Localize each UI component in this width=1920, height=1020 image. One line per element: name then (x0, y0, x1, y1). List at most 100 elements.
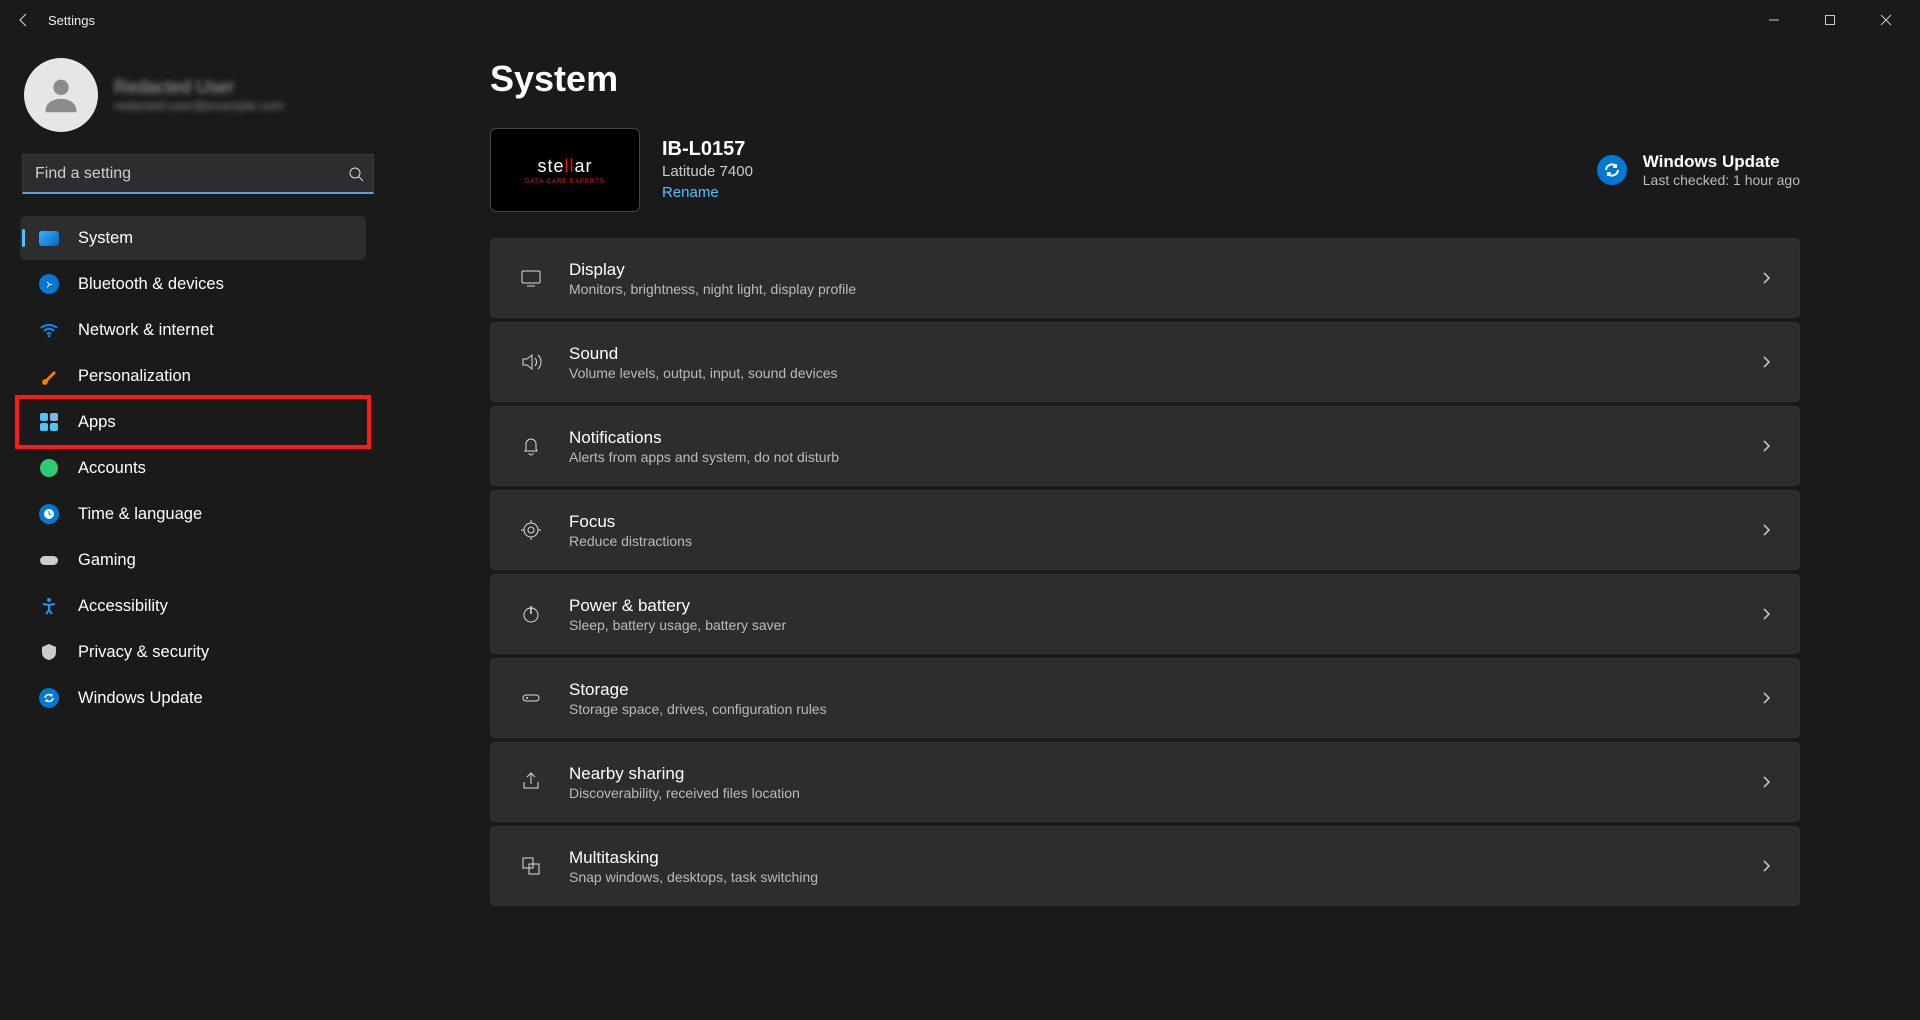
card-power[interactable]: Power & batterySleep, battery usage, bat… (490, 574, 1800, 654)
card-desc: Snap windows, desktops, task switching (569, 869, 818, 885)
system-icon (38, 227, 60, 249)
card-desc: Reduce distractions (569, 533, 692, 549)
card-notifications[interactable]: NotificationsAlerts from apps and system… (490, 406, 1800, 486)
maximize-button[interactable] (1802, 0, 1858, 40)
focus-icon (511, 518, 551, 542)
card-display[interactable]: DisplayMonitors, brightness, night light… (490, 238, 1800, 318)
search-icon (348, 166, 364, 182)
device-thumbnail[interactable]: stellar DATA CARE EXPERTS (490, 128, 640, 212)
sidebar-item-label: System (78, 229, 133, 248)
sidebar-item-gaming[interactable]: Gaming (20, 538, 366, 582)
sidebar-item-label: Network & internet (78, 321, 214, 340)
search-wrapper (22, 154, 374, 194)
card-sound[interactable]: SoundVolume levels, output, input, sound… (490, 322, 1800, 402)
device-info: IB-L0157 Latitude 7400 Rename (662, 138, 753, 202)
search-input[interactable] (22, 154, 374, 194)
sidebar-item-system[interactable]: System (20, 216, 366, 260)
sidebar-item-apps[interactable]: Apps (20, 400, 366, 444)
sidebar-item-label: Privacy & security (78, 643, 209, 662)
share-icon (511, 770, 551, 794)
sidebar-item-accessibility[interactable]: Accessibility (20, 584, 366, 628)
update-circle-icon (1597, 155, 1627, 185)
card-title: Display (569, 260, 856, 280)
sidebar-item-time[interactable]: Time & language (20, 492, 366, 536)
settings-card-list: DisplayMonitors, brightness, night light… (490, 238, 1800, 906)
brush-icon (38, 365, 60, 387)
chevron-right-icon (1759, 523, 1773, 537)
nav-list: System ᚛ Bluetooth & devices Network & i… (20, 216, 366, 720)
device-model: Latitude 7400 (662, 163, 753, 180)
card-desc: Monitors, brightness, night light, displ… (569, 281, 856, 297)
chevron-right-icon (1759, 607, 1773, 621)
window-controls (1746, 0, 1914, 40)
sidebar-item-personalization[interactable]: Personalization (20, 354, 366, 398)
sidebar-item-label: Accounts (78, 459, 146, 478)
sidebar-item-update[interactable]: Windows Update (20, 676, 366, 720)
user-name: Redacted User (114, 77, 284, 98)
device-row: stellar DATA CARE EXPERTS IB-L0157 Latit… (490, 128, 1800, 212)
accessibility-icon (38, 595, 60, 617)
arrow-left-icon (16, 12, 32, 28)
card-title: Notifications (569, 428, 839, 448)
update-subtitle: Last checked: 1 hour ago (1643, 172, 1800, 188)
accounts-icon (38, 457, 60, 479)
card-desc: Storage space, drives, configuration rul… (569, 701, 827, 717)
device-name: IB-L0157 (662, 138, 753, 161)
sidebar-item-label: Accessibility (78, 597, 168, 616)
card-title: Power & battery (569, 596, 786, 616)
wifi-icon (38, 319, 60, 341)
chevron-right-icon (1759, 271, 1773, 285)
sound-icon (511, 350, 551, 374)
update-icon (38, 687, 60, 709)
card-desc: Sleep, battery usage, battery saver (569, 617, 786, 633)
card-desc: Discoverability, received files location (569, 785, 800, 801)
windows-update-block[interactable]: Windows Update Last checked: 1 hour ago (1597, 152, 1800, 188)
page-title: System (490, 58, 1800, 100)
sidebar-item-label: Gaming (78, 551, 136, 570)
sidebar: Redacted User redacted.user@example.com … (0, 40, 380, 1020)
gamepad-icon (38, 549, 60, 571)
card-nearby[interactable]: Nearby sharingDiscoverability, received … (490, 742, 1800, 822)
sidebar-item-label: Bluetooth & devices (78, 275, 224, 294)
card-focus[interactable]: FocusReduce distractions (490, 490, 1800, 570)
card-title: Multitasking (569, 848, 818, 868)
card-title: Nearby sharing (569, 764, 800, 784)
back-button[interactable] (6, 2, 42, 38)
shield-icon (38, 641, 60, 663)
chevron-right-icon (1759, 859, 1773, 873)
window-title: Settings (48, 13, 95, 28)
minimize-icon (1768, 14, 1780, 26)
minimize-button[interactable] (1746, 0, 1802, 40)
storage-icon (511, 686, 551, 710)
card-title: Storage (569, 680, 827, 700)
brand-sub: DATA CARE EXPERTS (525, 179, 605, 185)
maximize-icon (1824, 14, 1836, 26)
clock-icon (38, 503, 60, 525)
bluetooth-icon: ᚛ (38, 273, 60, 295)
sidebar-item-label: Personalization (78, 367, 191, 386)
close-icon (1880, 14, 1892, 26)
chevron-right-icon (1759, 439, 1773, 453)
sidebar-item-label: Windows Update (78, 689, 203, 708)
sidebar-item-bluetooth[interactable]: ᚛ Bluetooth & devices (20, 262, 366, 306)
card-desc: Alerts from apps and system, do not dist… (569, 449, 839, 465)
chevron-right-icon (1759, 775, 1773, 789)
titlebar: Settings (0, 0, 1920, 40)
power-icon (511, 602, 551, 626)
brand-logo: stellar (537, 156, 592, 177)
user-email: redacted.user@example.com (114, 98, 284, 113)
user-block[interactable]: Redacted User redacted.user@example.com (20, 58, 366, 132)
apps-icon (38, 411, 60, 433)
main-content: System stellar DATA CARE EXPERTS IB-L015… (380, 40, 1920, 1020)
sidebar-item-privacy[interactable]: Privacy & security (20, 630, 366, 674)
sidebar-item-accounts[interactable]: Accounts (20, 446, 366, 490)
bell-icon (511, 434, 551, 458)
sidebar-item-label: Time & language (78, 505, 202, 524)
close-button[interactable] (1858, 0, 1914, 40)
card-multitasking[interactable]: MultitaskingSnap windows, desktops, task… (490, 826, 1800, 906)
avatar (24, 58, 98, 132)
sidebar-item-network[interactable]: Network & internet (20, 308, 366, 352)
rename-link[interactable]: Rename (662, 184, 719, 201)
chevron-right-icon (1759, 355, 1773, 369)
card-storage[interactable]: StorageStorage space, drives, configurat… (490, 658, 1800, 738)
